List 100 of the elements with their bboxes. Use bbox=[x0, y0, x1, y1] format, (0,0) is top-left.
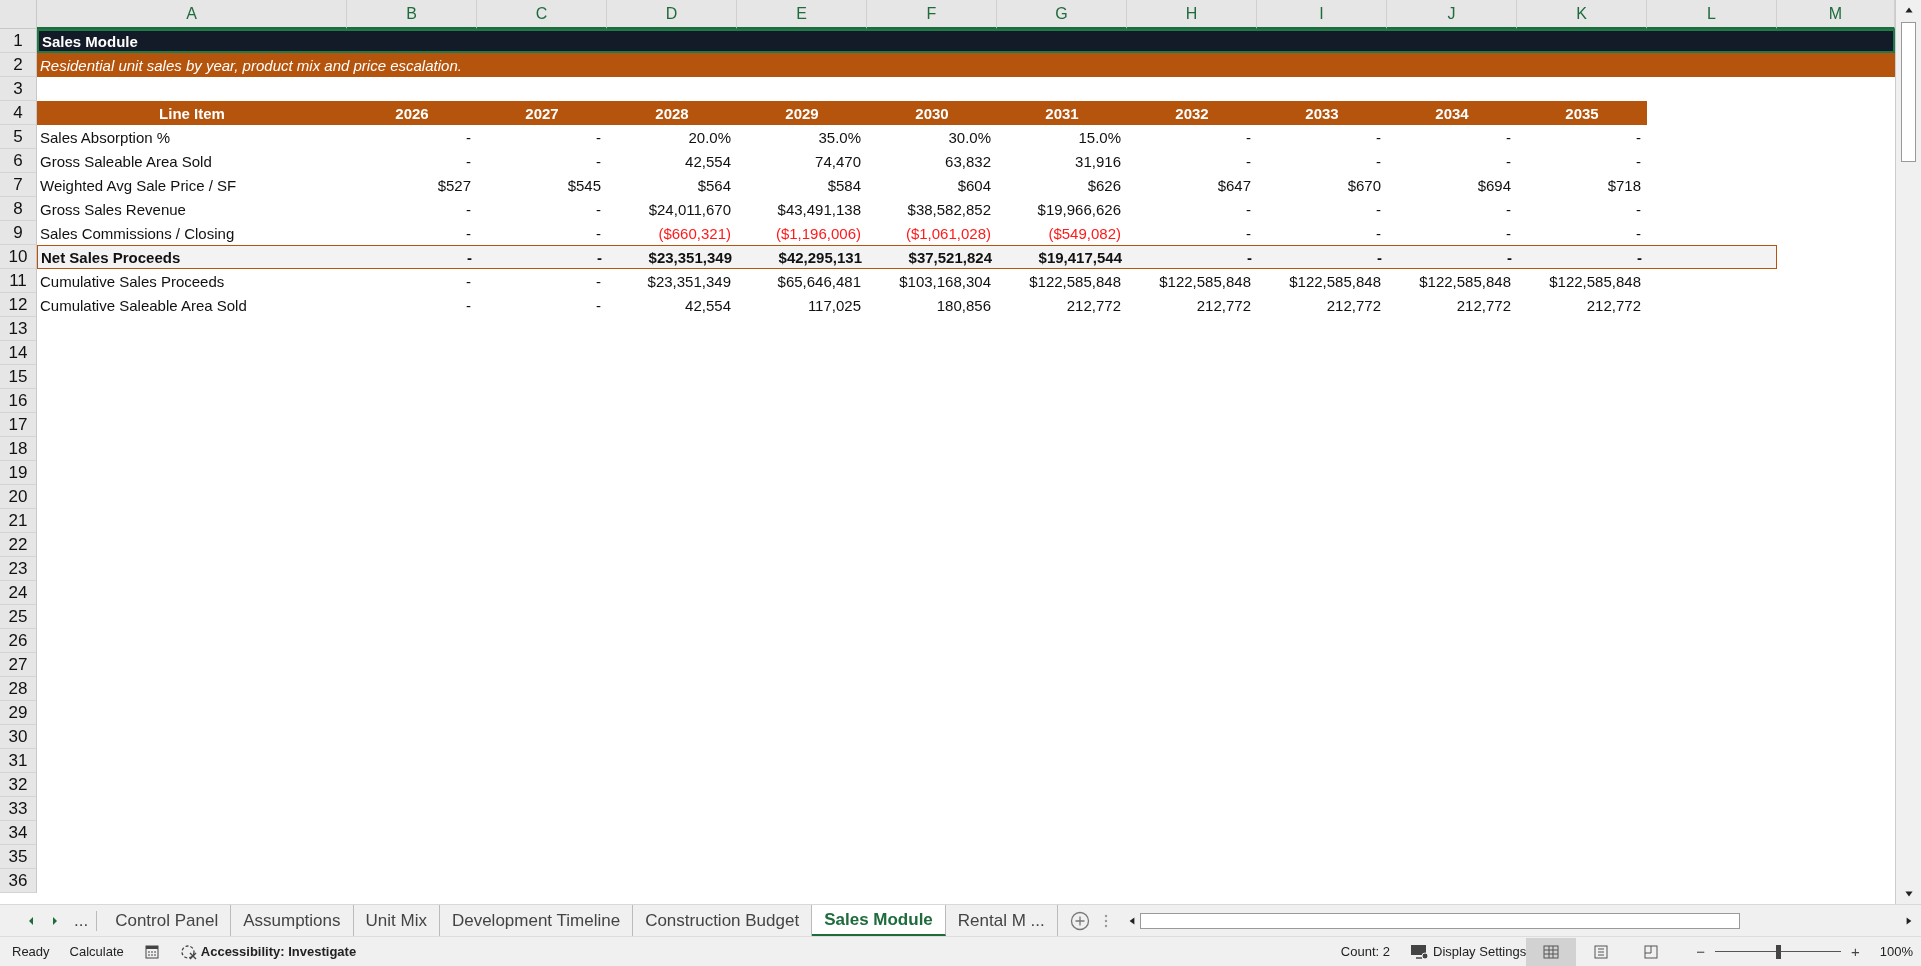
more-sheets-button[interactable]: ... bbox=[74, 910, 98, 931]
sheet-tab[interactable]: Sales Module bbox=[812, 905, 946, 936]
table-cell-text: - bbox=[1245, 199, 1252, 220]
calculator-icon[interactable] bbox=[143, 943, 160, 960]
table-cell-text: - bbox=[465, 223, 472, 244]
row-header[interactable]: 21 bbox=[0, 509, 37, 533]
row-header[interactable]: 31 bbox=[0, 749, 37, 773]
row-header[interactable]: 20 bbox=[0, 485, 37, 509]
column-header[interactable]: K bbox=[1517, 0, 1647, 29]
table-cell-text: $545 bbox=[566, 175, 602, 196]
display-settings-button[interactable]: Display Settings bbox=[1410, 943, 1527, 960]
row-header[interactable]: 34 bbox=[0, 821, 37, 845]
column-header[interactable]: F bbox=[867, 0, 997, 29]
table-cell-text: - bbox=[1246, 247, 1253, 268]
column-heading: 2028 bbox=[654, 103, 690, 124]
column-header[interactable]: J bbox=[1387, 0, 1517, 29]
row-header[interactable]: 15 bbox=[0, 365, 37, 389]
row-header[interactable]: 25 bbox=[0, 605, 37, 629]
accessibility-button[interactable]: Accessibility: Investigate bbox=[179, 943, 357, 960]
row-header[interactable]: 8 bbox=[0, 197, 37, 221]
row-header[interactable]: 1 bbox=[0, 29, 37, 53]
column-heading: Line Item bbox=[158, 103, 226, 124]
normal-view-button[interactable] bbox=[1526, 937, 1577, 966]
table-cell-text: - bbox=[595, 223, 602, 244]
row-header[interactable]: 23 bbox=[0, 557, 37, 581]
column-header[interactable]: L bbox=[1647, 0, 1777, 29]
row-header[interactable]: 22 bbox=[0, 533, 37, 557]
zoom-out-button[interactable]: − bbox=[1696, 943, 1705, 960]
table-cell-text: 74,470 bbox=[814, 151, 862, 172]
column-header[interactable]: B bbox=[347, 0, 477, 29]
zoom-level: 100% bbox=[1879, 944, 1914, 959]
table-cell-text: $23,351,349 bbox=[646, 271, 732, 292]
row-header[interactable]: 30 bbox=[0, 725, 37, 749]
row-header[interactable]: 36 bbox=[0, 869, 37, 893]
table-cell-text: $694 bbox=[1476, 175, 1512, 196]
splitter-icon[interactable] bbox=[1103, 913, 1108, 928]
row-header[interactable]: 14 bbox=[0, 341, 37, 365]
column-header[interactable]: H bbox=[1127, 0, 1257, 29]
row-header[interactable]: 13 bbox=[0, 317, 37, 341]
table-cell-text: 212,772 bbox=[1065, 295, 1122, 316]
column-header[interactable]: D bbox=[607, 0, 737, 29]
row-header[interactable]: 2 bbox=[0, 53, 37, 77]
table-cell-text: - bbox=[1376, 247, 1383, 268]
table-cell-text: $38,582,852 bbox=[906, 199, 992, 220]
row-header[interactable]: 26 bbox=[0, 629, 37, 653]
column-header[interactable]: A bbox=[37, 0, 347, 29]
table-cell-text: $122,585,848 bbox=[1288, 271, 1382, 292]
table-cell-text: - bbox=[1505, 199, 1512, 220]
row-header[interactable]: 7 bbox=[0, 173, 37, 197]
row-header[interactable]: 32 bbox=[0, 773, 37, 797]
column-header[interactable]: E bbox=[737, 0, 867, 29]
vertical-scrollbar[interactable] bbox=[1895, 0, 1921, 904]
table-cell-text: 31,916 bbox=[1074, 151, 1122, 172]
row-header[interactable]: 29 bbox=[0, 701, 37, 725]
calculate-button[interactable]: Calculate bbox=[69, 944, 124, 959]
row-header[interactable]: 24 bbox=[0, 581, 37, 605]
table-cell-text: $37,521,824 bbox=[907, 247, 993, 268]
row-header[interactable]: 10 bbox=[0, 245, 37, 269]
row-header[interactable]: 5 bbox=[0, 125, 37, 149]
scroll-thumb[interactable] bbox=[1901, 22, 1916, 162]
table-cell-text: ($660,321) bbox=[657, 223, 732, 244]
row-header[interactable]: 9 bbox=[0, 221, 37, 245]
accessibility-icon bbox=[179, 943, 198, 960]
row-header[interactable]: 18 bbox=[0, 437, 37, 461]
scroll-thumb[interactable] bbox=[1139, 912, 1740, 929]
row-header[interactable]: 19 bbox=[0, 461, 37, 485]
row-header[interactable]: 6 bbox=[0, 149, 37, 173]
column-heading: 2029 bbox=[784, 103, 820, 124]
column-heading: 2031 bbox=[1044, 103, 1080, 124]
table-cell-text: - bbox=[595, 199, 602, 220]
column-header[interactable]: G bbox=[997, 0, 1127, 29]
zoom-slider-thumb[interactable] bbox=[1776, 944, 1781, 959]
row-header[interactable]: 33 bbox=[0, 797, 37, 821]
table-cell-text: - bbox=[1635, 127, 1642, 148]
zoom-in-button[interactable]: + bbox=[1851, 943, 1860, 960]
column-header[interactable]: C bbox=[477, 0, 607, 29]
add-sheet-icon[interactable] bbox=[1069, 910, 1090, 931]
row-header[interactable]: 16 bbox=[0, 389, 37, 413]
row-header[interactable]: 35 bbox=[0, 845, 37, 869]
table-cell-text: 42,554 bbox=[684, 151, 732, 172]
row-header[interactable]: 28 bbox=[0, 677, 37, 701]
row-header[interactable]: 4 bbox=[0, 101, 37, 125]
row-label: Sales Absorption % bbox=[39, 127, 172, 148]
row-header[interactable]: 11 bbox=[0, 269, 37, 293]
row-header[interactable]: 3 bbox=[0, 77, 37, 101]
table-cell-text: - bbox=[465, 295, 472, 316]
column-header[interactable]: I bbox=[1257, 0, 1387, 29]
table-cell-text: 42,554 bbox=[684, 295, 732, 316]
row-label: Weighted Avg Sale Price / SF bbox=[39, 175, 238, 196]
normal-view-icon bbox=[1542, 943, 1561, 960]
table-cell-text: $584 bbox=[826, 175, 862, 196]
row-header[interactable]: 17 bbox=[0, 413, 37, 437]
table-cell-text: 15.0% bbox=[1077, 127, 1122, 148]
column-header[interactable]: M bbox=[1777, 0, 1895, 29]
table-cell-text: $19,966,626 bbox=[1036, 199, 1122, 220]
table-cell-text: 30.0% bbox=[947, 127, 992, 148]
row-header[interactable]: 27 bbox=[0, 653, 37, 677]
table-cell-text: $626 bbox=[1086, 175, 1122, 196]
row-header[interactable]: 12 bbox=[0, 293, 37, 317]
table-cell-text: $122,585,848 bbox=[1028, 271, 1122, 292]
